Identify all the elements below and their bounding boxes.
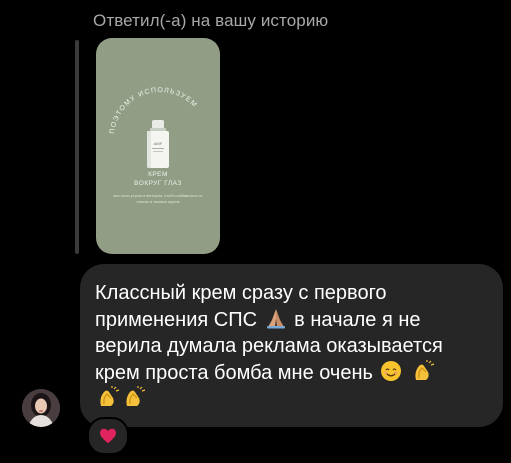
smiling-face-icon xyxy=(380,360,401,381)
message-text: Классный крем сразу с первого применения… xyxy=(95,280,495,413)
story-preview[interactable]: ПОЭТОМУ ИСПОЛЬЗУЕМ AMF КРЕМ ВОКРУГ ГЛАЗ … xyxy=(96,38,220,254)
reply-indicator-bar xyxy=(75,40,79,254)
svg-text:AMF: AMF xyxy=(154,141,163,146)
message-bubble[interactable]: Классный крем сразу с первого применения… xyxy=(80,264,503,427)
reaction-badge[interactable] xyxy=(87,417,129,455)
avatar[interactable] xyxy=(22,389,60,427)
message-line4: крем проста бомба мне очень xyxy=(95,361,373,384)
message-line2a: применения СПС xyxy=(95,308,258,331)
clapping-hands-icon xyxy=(100,386,120,406)
message-line2b: в начале я не xyxy=(294,308,421,331)
folded-hands-icon xyxy=(266,308,285,328)
heart-icon xyxy=(100,428,116,444)
message-line3: верила думала реклама оказывается xyxy=(95,335,443,357)
story-title-line2: ВОКРУГ ГЛАЗ xyxy=(134,180,182,187)
story-caption: все если утром и вечером, чтобы избавить… xyxy=(113,193,203,204)
story-title-line1: КРЕМ xyxy=(148,171,168,178)
clapping-hands-icon xyxy=(415,359,435,380)
avatar-image xyxy=(22,389,60,427)
clapping-hands-icon xyxy=(126,386,146,406)
reply-label: Ответил(-а) на вашу историю xyxy=(93,11,329,30)
message-line1: Классный крем сразу с первого xyxy=(95,282,387,304)
cream-bottle-image: AMF xyxy=(147,120,169,168)
